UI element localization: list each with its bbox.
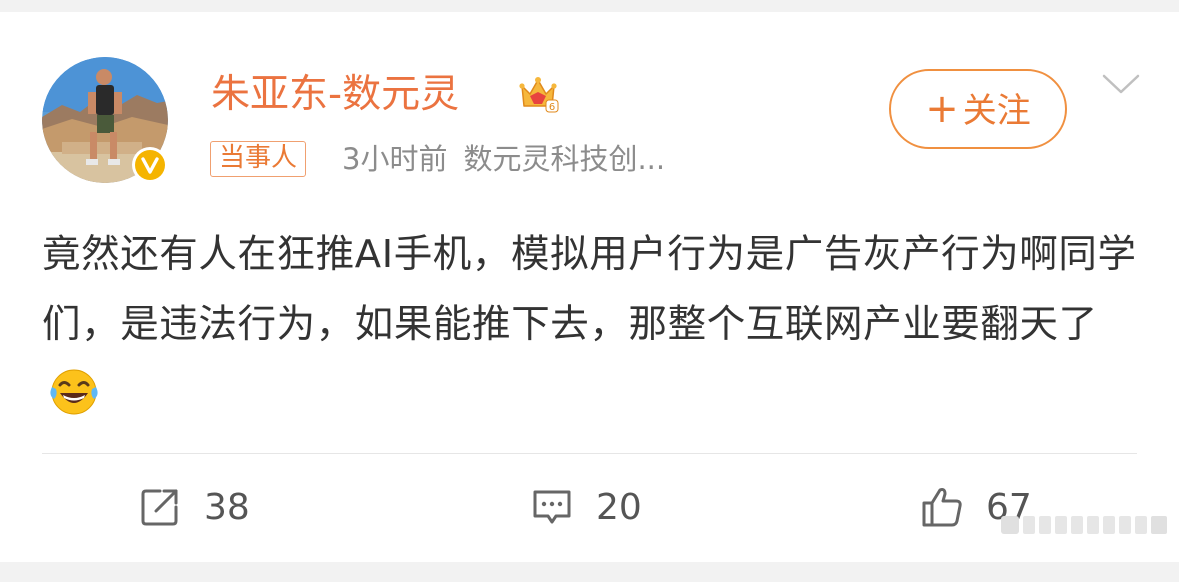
svg-text:6: 6 xyxy=(549,102,555,113)
follow-label: 关注 xyxy=(962,91,1031,131)
post-text: 竟然还有人在狂推AI手机，模拟用户行为是广告灰产行为啊同学们，是违法行为，如果能… xyxy=(42,232,1137,347)
thumbs-up-icon xyxy=(922,488,962,527)
laughing-tears-emoji xyxy=(50,369,98,415)
avatar[interactable] xyxy=(42,57,168,183)
post-meta: 3小时前 数元灵科技创... xyxy=(342,140,665,178)
follow-button[interactable]: + 关注 xyxy=(889,69,1067,149)
plus-icon: + xyxy=(925,86,959,132)
divider xyxy=(42,453,1137,454)
repost-count: 38 xyxy=(204,486,250,528)
comment-button[interactable]: 20 xyxy=(530,482,642,532)
repost-button[interactable]: 38 xyxy=(138,482,250,532)
comment-icon xyxy=(533,490,571,524)
watermark-logo xyxy=(1001,516,1167,534)
post-source[interactable]: 数元灵科技创... xyxy=(463,142,665,176)
post-time: 3小时前 xyxy=(342,142,448,176)
chevron-down-icon[interactable] xyxy=(1101,72,1141,96)
repost-icon xyxy=(141,489,178,526)
post-card: 朱亚东-数元灵 6 + 关注 当事人 3小时前 数元灵科技创... 竟然还有人在狂推… xyxy=(0,12,1179,562)
comment-count: 20 xyxy=(596,486,642,528)
vip-crown-icon: 6 xyxy=(519,77,559,113)
username[interactable]: 朱亚东-数元灵 xyxy=(211,70,459,120)
verified-badge-icon xyxy=(132,147,168,183)
post-content: 竟然还有人在狂推AI手机，模拟用户行为是广告灰产行为啊同学们，是违法行为，如果能… xyxy=(42,220,1142,430)
status-badge: 当事人 xyxy=(210,141,307,177)
